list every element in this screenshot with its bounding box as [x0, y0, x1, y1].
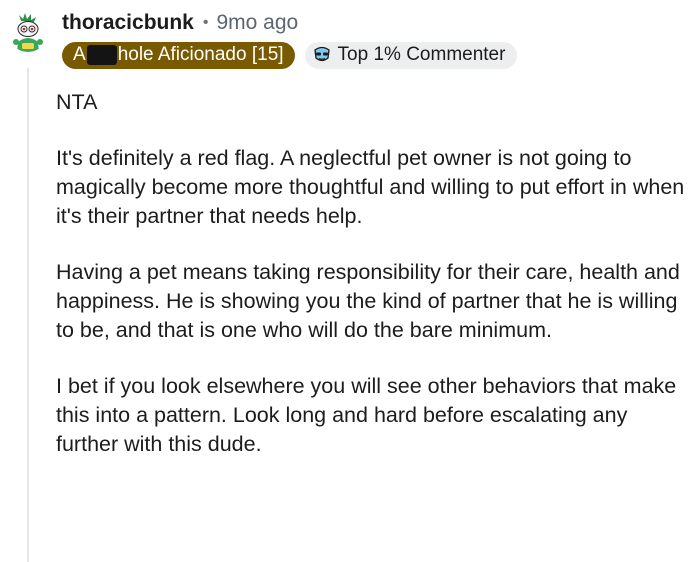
comment-body: NTA It's definitely a red flag. A neglec… [56, 88, 692, 486]
thread-line[interactable] [27, 68, 29, 562]
badge-label: Top 1% Commenter [337, 44, 506, 65]
username-link[interactable]: thoracicbunk [62, 11, 194, 35]
comment-paragraph: NTA [56, 90, 98, 114]
comment-timestamp[interactable]: 9mo ago [216, 11, 298, 35]
comment-paragraph: It's definitely a red flag. A neglectful… [56, 146, 685, 228]
flair-row: A hole Aficionado [15] Top 1% Commenter [62, 41, 690, 69]
avatar[interactable] [8, 12, 48, 52]
user-flair[interactable]: A hole Aficionado [15] [62, 41, 295, 69]
meta-separator: • [202, 14, 209, 31]
comment-header: thoracicbunk • 9mo ago A hole Aficionado… [62, 9, 690, 69]
comment-paragraph: Having a pet means taking responsibility… [56, 260, 680, 342]
comment: thoracicbunk • 9mo ago A hole Aficionado… [0, 0, 700, 562]
comment-meta: thoracicbunk • 9mo ago [62, 9, 690, 37]
commenter-badge-icon [311, 46, 333, 64]
flair-suffix: hole Aficionado [15] [117, 44, 284, 65]
comment-paragraph: I bet if you look elsewhere you will see… [56, 374, 677, 456]
redaction-bar [86, 45, 117, 65]
top-commenter-badge[interactable]: Top 1% Commenter [304, 41, 518, 69]
snoo-avatar-icon [8, 12, 48, 52]
flair-prefix: A [73, 44, 86, 65]
